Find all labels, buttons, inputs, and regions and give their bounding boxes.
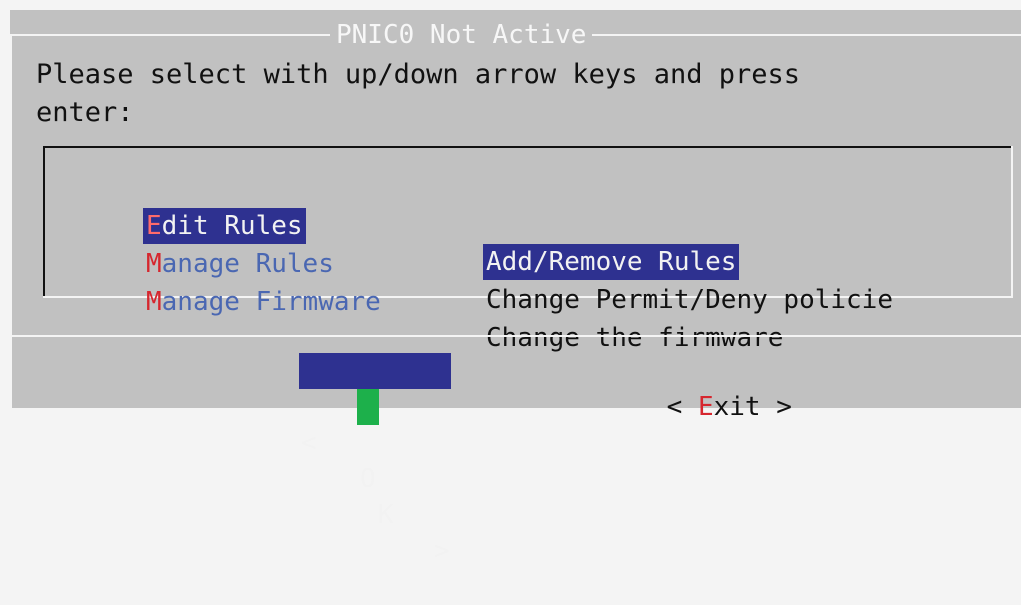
exit-hotkey: E <box>697 392 714 422</box>
menu-item-manage-rules[interactable]: Manage Rules Change Permit/Deny policie <box>43 210 1013 315</box>
menu-border-top <box>43 146 1013 148</box>
ok-button-focus-highlight <box>357 389 379 425</box>
dialog-border-left <box>10 34 12 408</box>
ok-right-arrow: > <box>434 536 450 566</box>
menu-list: Edit Rules Add/Remove Rules Manage Rules… <box>43 146 1013 353</box>
menu-item-description: Change the firmware <box>486 323 784 353</box>
exit-button[interactable]: < Exit > <box>604 353 792 422</box>
prompt-line-1: Please select with up/down arrow keys an… <box>36 59 801 90</box>
menu-item-edit-rules[interactable]: Edit Rules Add/Remove Rules <box>43 172 1013 280</box>
prompt-line-2: enter: <box>36 97 134 128</box>
menu-item-tag: Manage Firmware <box>143 284 384 320</box>
ok-label-rest: K <box>378 500 394 530</box>
ok-hotkey: O <box>360 464 376 494</box>
dialog-title: PNIC0 Not Active <box>330 21 593 49</box>
exit-label-rest: xit <box>713 392 761 422</box>
exit-left-arrow: < <box>666 392 683 422</box>
exit-right-arrow: > <box>776 392 792 422</box>
menu-item-description: Change Permit/Deny policie <box>486 285 893 315</box>
menu-item-tag-rest: anage Firmware <box>161 287 381 317</box>
menu-item-hotkey: M <box>146 287 162 317</box>
dialog-prompt: Please select with up/down arrow keys an… <box>36 56 986 132</box>
ok-button[interactable]: < O K > <box>299 353 451 566</box>
dialog-window: PNIC0 Not Active Please select with up/d… <box>10 10 1021 566</box>
menu-item-manage-firmware[interactable]: Manage Firmware Change the firmware <box>43 248 1013 353</box>
button-separator <box>10 335 1021 337</box>
ok-left-arrow: < <box>301 428 317 458</box>
